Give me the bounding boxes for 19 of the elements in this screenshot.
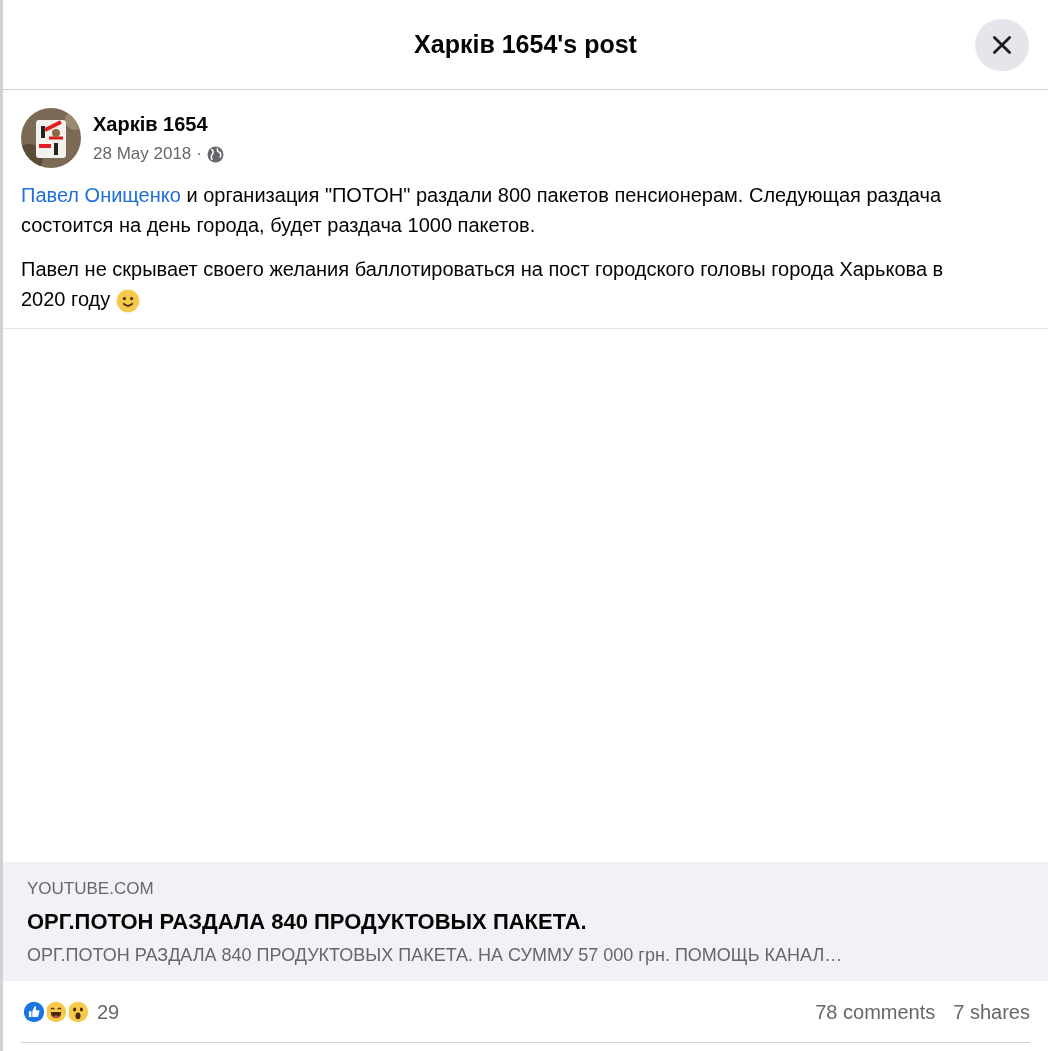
- dialog-title: Харків 1654's post: [414, 28, 637, 60]
- separator-dot: ·: [196, 143, 202, 166]
- reaction-count[interactable]: 29: [97, 996, 120, 1027]
- comments-count[interactable]: 78 comments: [815, 996, 936, 1027]
- post-text: Павел Онищенко и организация "ПОТОН" раздали 800 пакетов пенсионерам. Следующая раздача состоится на день города, будет раздача 1000 пакетов.: [21, 183, 943, 238]
- author-link[interactable]: Павел Онищенко: [21, 184, 181, 206]
- post-date[interactable]: 28 May 2018: [93, 141, 192, 167]
- link-preview[interactable]: YOUTUBE.COM ОРГ.ПОТОН РАЗДАЛА 840 ПРОДУКТОВЫХ ПАКЕТА. ОРГ.ПОТОН РАЗДАЛА 840 ПРОДУКТОВЫХ ПАКЕТА. НА СУММУ 57 000 грн. ПОМОЩЬ КАНАЛ…: [3, 861, 1048, 981]
- globe-icon: [206, 145, 224, 163]
- link-title: ОРГ.ПОТОН РАЗДАЛА 840 ПРОДУКТОВЫХ ПАКЕТА.: [27, 908, 588, 936]
- close-button[interactable]: [975, 19, 1029, 71]
- like-icon: [21, 998, 47, 1025]
- surprised-face-icon: [65, 998, 91, 1025]
- shares-count[interactable]: 7 shares: [953, 996, 1030, 1027]
- link-description: ОРГ.ПОТОН РАЗДАЛА 840 ПРОДУКТОВЫХ ПАКЕТА. НА СУММУ 57 000 грн. ПОМОЩЬ КАНАЛ…: [27, 944, 844, 967]
- author-name[interactable]: Харків 1654: [93, 109, 224, 140]
- laughing-face-icon: [43, 998, 69, 1025]
- link-domain: YOUTUBE.COM: [27, 877, 155, 900]
- post-text: Павел не скрывает своего желания баллотироваться на пост городского головы города Харькова в 2020 году: [21, 254, 971, 314]
